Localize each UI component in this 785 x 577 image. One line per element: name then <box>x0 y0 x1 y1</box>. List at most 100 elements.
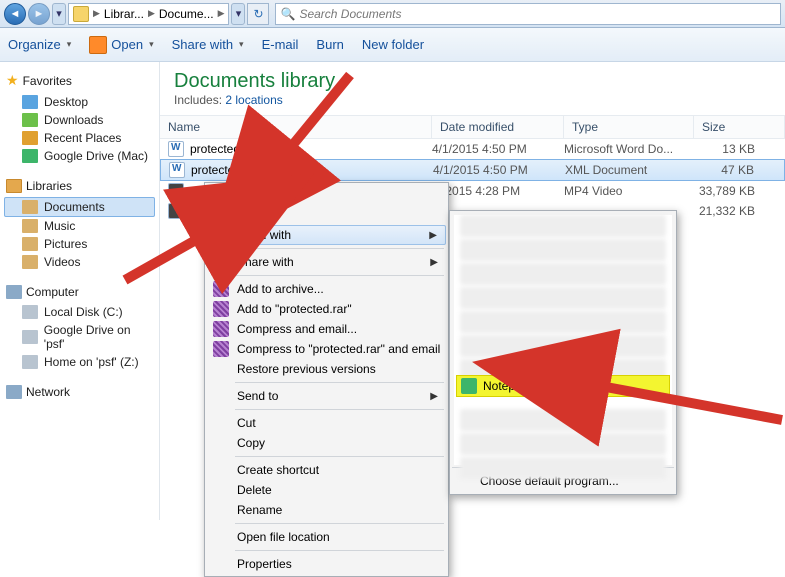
breadcrumb-libraries[interactable]: Librar... <box>104 7 144 21</box>
network-header[interactable]: Network <box>4 381 155 403</box>
menu-send-to[interactable]: Send to▶ <box>207 386 446 406</box>
open-with-submenu: Notepad Choose default program... <box>449 210 677 495</box>
menu-restore-versions[interactable]: Restore previous versions <box>207 359 446 379</box>
gdrive-icon <box>22 149 38 163</box>
breadcrumb-documents[interactable]: Docume... <box>159 7 214 21</box>
submenu-blurred-area: Notepad <box>454 215 672 465</box>
sidebar-item-gdrive-psf[interactable]: Google Drive on 'psf' <box>4 321 155 353</box>
music-icon <box>22 219 38 233</box>
menu-copy[interactable]: Copy <box>207 433 446 453</box>
sidebar-item-music[interactable]: Music <box>4 217 155 235</box>
submenu-arrow-icon: ▶ <box>430 257 438 268</box>
sidebar-item-local-disk[interactable]: Local Disk (C:) <box>4 303 155 321</box>
breadcrumb-dropdown[interactable]: ▾ <box>231 3 245 25</box>
rar-icon <box>213 301 229 317</box>
notepad-icon <box>461 378 477 394</box>
rar-icon <box>213 341 229 357</box>
menu-cut[interactable]: Cut <box>207 413 446 433</box>
column-size[interactable]: Size <box>694 116 785 138</box>
column-headers: Name Date modified Type Size <box>160 115 785 139</box>
breadcrumb[interactable]: ▶ Librar... ▶ Docume... ▶ <box>68 3 229 25</box>
disk-icon <box>22 305 38 319</box>
menu-notepad[interactable]: Notepad <box>456 375 670 397</box>
navigation-pane: ★Favorites Desktop Downloads Recent Plac… <box>0 62 160 520</box>
history-dropdown[interactable]: ▾ <box>52 3 66 25</box>
menu-rename[interactable]: Rename <box>207 500 446 520</box>
sidebar-item-home-psf[interactable]: Home on 'psf' (Z:) <box>4 353 155 371</box>
menu-open-file-location[interactable]: Open file location <box>207 527 446 547</box>
search-placeholder: Search Documents <box>299 7 401 21</box>
sidebar-item-recent-places[interactable]: Recent Places <box>4 129 155 147</box>
desktop-icon <box>22 95 38 109</box>
address-bar: ◄ ► ▾ ▶ Librar... ▶ Docume... ▶ ▾ ↻ 🔍 Se… <box>0 0 785 28</box>
menu-compress-email[interactable]: Compress and email... <box>207 319 446 339</box>
open-button[interactable]: Open <box>89 36 153 54</box>
downloads-icon <box>22 113 38 127</box>
locations-link[interactable]: 2 locations <box>225 93 282 107</box>
column-name[interactable]: Name <box>160 116 432 138</box>
menu-separator <box>235 382 444 383</box>
menu-separator <box>235 550 444 551</box>
sidebar-item-pictures[interactable]: Pictures <box>4 235 155 253</box>
menu-properties[interactable]: Properties <box>207 554 446 574</box>
menu-separator <box>235 275 444 276</box>
search-input[interactable]: 🔍 Search Documents <box>275 3 781 25</box>
chevron-right-icon: ▶ <box>148 8 155 19</box>
pictures-icon <box>22 237 38 251</box>
favorites-header[interactable]: ★Favorites <box>4 68 155 93</box>
sidebar-item-desktop[interactable]: Desktop <box>4 93 155 111</box>
column-date[interactable]: Date modified <box>432 116 564 138</box>
library-subtitle: Includes: 2 locations <box>160 93 785 115</box>
chevron-right-icon: ▶ <box>218 8 225 19</box>
share-with-button[interactable]: Share with <box>172 37 244 52</box>
context-menu: Open Edit Open with▶ Share with▶ Add to … <box>204 182 449 577</box>
sidebar-item-videos[interactable]: Videos <box>4 253 155 271</box>
forward-button[interactable]: ► <box>28 3 50 25</box>
refresh-button[interactable]: ↻ <box>247 3 269 25</box>
recent-icon <box>22 131 38 145</box>
sidebar-item-google-drive[interactable]: Google Drive (Mac) <box>4 147 155 165</box>
sidebar-item-documents[interactable]: Documents <box>4 197 155 217</box>
menu-add-archive[interactable]: Add to archive... <box>207 279 446 299</box>
menu-separator <box>235 456 444 457</box>
column-type[interactable]: Type <box>564 116 694 138</box>
menu-open[interactable]: Open <box>207 185 446 205</box>
email-button[interactable]: E-mail <box>262 37 299 52</box>
word-icon <box>169 162 185 178</box>
submenu-arrow-icon: ▶ <box>429 230 437 241</box>
menu-add-rar[interactable]: Add to "protected.rar" <box>207 299 446 319</box>
organize-button[interactable]: Organize <box>8 37 71 52</box>
chevron-right-icon: ▶ <box>93 8 100 19</box>
computer-icon <box>6 285 22 299</box>
computer-header[interactable]: Computer <box>4 281 155 303</box>
word-icon <box>168 141 184 157</box>
libraries-header[interactable]: Libraries <box>4 175 155 197</box>
menu-separator <box>235 248 444 249</box>
back-button[interactable]: ◄ <box>4 3 26 25</box>
disk-icon <box>22 355 38 369</box>
burn-button[interactable]: Burn <box>316 37 343 52</box>
search-icon: 🔍 <box>280 7 295 21</box>
submenu-arrow-icon: ▶ <box>430 391 438 402</box>
sidebar-item-downloads[interactable]: Downloads <box>4 111 155 129</box>
videos-icon <box>22 255 38 269</box>
libraries-icon <box>6 179 22 193</box>
menu-edit[interactable]: Edit <box>207 205 446 225</box>
network-icon <box>6 385 22 399</box>
new-folder-button[interactable]: New folder <box>362 37 424 52</box>
disk-icon <box>22 330 38 344</box>
menu-create-shortcut[interactable]: Create shortcut <box>207 460 446 480</box>
star-icon: ★ <box>6 72 19 89</box>
rar-icon <box>213 281 229 297</box>
menu-share-with[interactable]: Share with▶ <box>207 252 446 272</box>
menu-compress-rar-email[interactable]: Compress to "protected.rar" and email <box>207 339 446 359</box>
library-title: Documents library <box>160 62 785 93</box>
documents-icon <box>22 200 38 214</box>
menu-delete[interactable]: Delete <box>207 480 446 500</box>
file-row-selected[interactable]: protected 4/1/2015 4:50 PM XML Document … <box>160 159 785 181</box>
file-row[interactable]: protected 4/1/2015 4:50 PM Microsoft Wor… <box>160 139 785 159</box>
menu-separator <box>235 409 444 410</box>
toolbar: Organize Open Share with E-mail Burn New… <box>0 28 785 62</box>
rar-icon <box>213 321 229 337</box>
menu-open-with[interactable]: Open with▶ <box>207 225 446 245</box>
